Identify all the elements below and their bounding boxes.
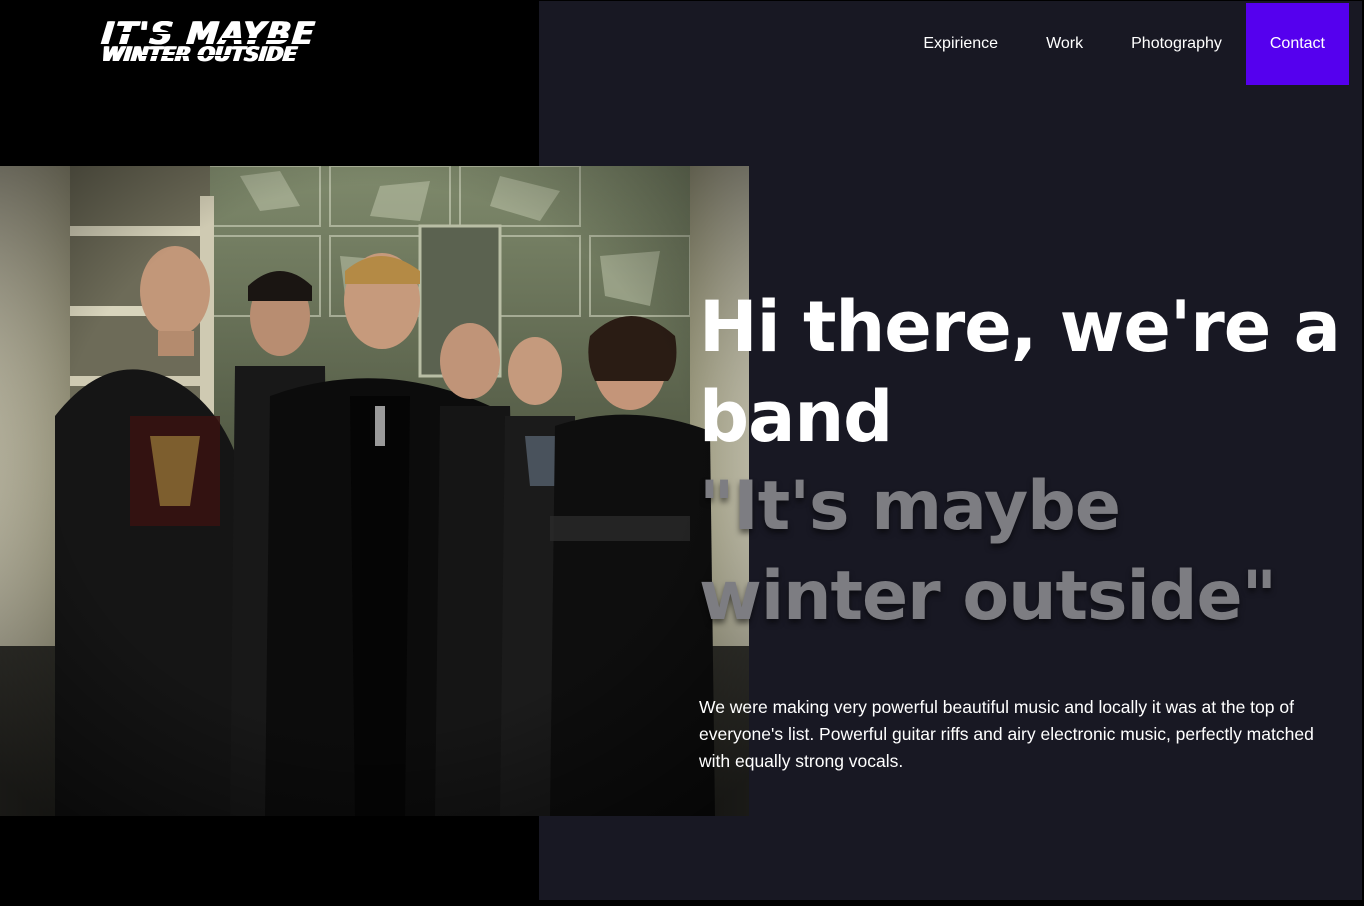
hero-subtitle: "It's maybe winter outside" [699,467,1277,636]
band-logo[interactable]: IT'S MAYBE WINTER OUTSIDE [100,16,362,66]
nav-item-photography[interactable]: Photography [1107,3,1246,85]
nav-item-work[interactable]: Work [1022,3,1107,85]
hero-title: Hi there, we're a band [699,286,1341,458]
hero-description: We were making very powerful beautiful m… [699,696,1314,771]
main-nav: Expirience Work Photography Contact [899,3,1349,85]
nav-item-expirience[interactable]: Expirience [899,3,1022,85]
hero: Hi there, we're a band "It's maybe winte… [699,282,1349,642]
logo-scratch [222,38,292,40]
nav-item-contact[interactable]: Contact [1245,3,1349,85]
logo-scratch [112,32,172,34]
logo-scratch [142,55,232,56]
logo-line-2: WINTER OUTSIDE [100,42,299,66]
page: IT'S MAYBE WINTER OUTSIDE Expirience Wor… [0,0,1364,906]
band-photo [0,166,749,816]
